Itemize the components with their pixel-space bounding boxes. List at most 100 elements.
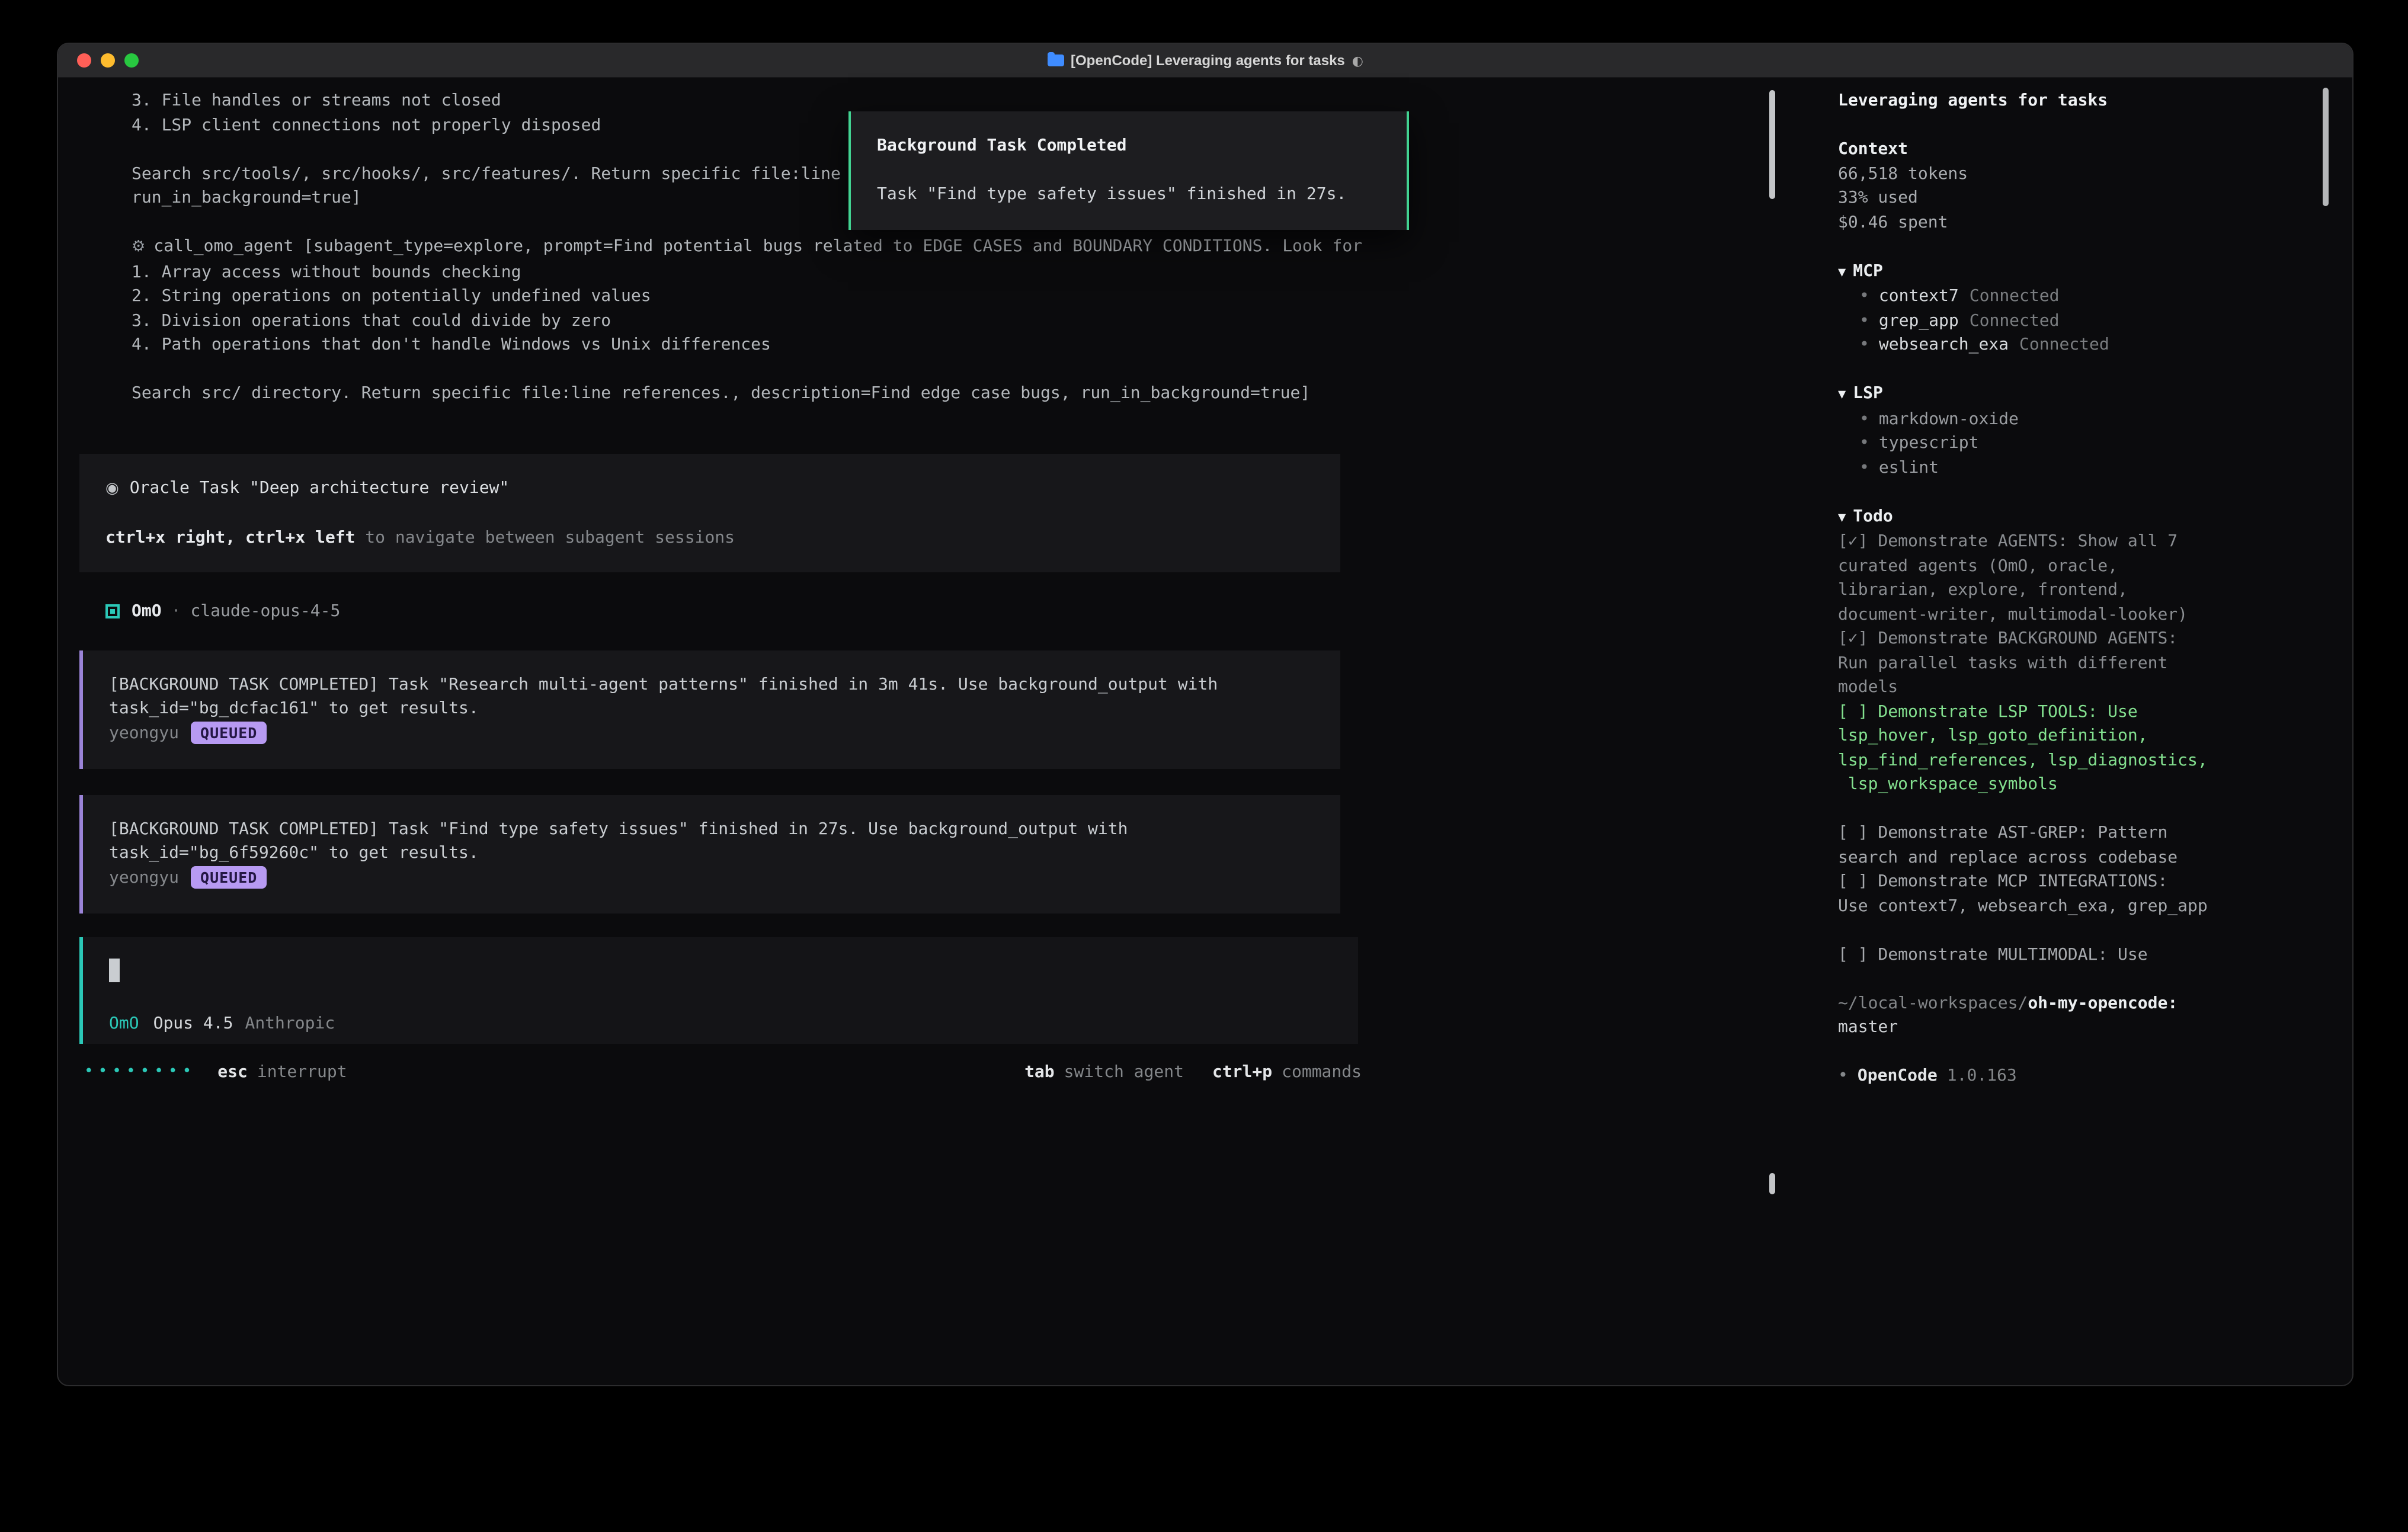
oracle-task-title: Oracle Task "Deep architecture review" [130, 478, 510, 497]
message-text: [BACKGROUND TASK COMPLETED] Task "Resear… [109, 672, 1317, 721]
workspace-repo: oh-my-opencode: [2028, 993, 2178, 1012]
hint-keys: ctrl+x right, ctrl+x left [105, 528, 355, 547]
collapse-triangle-icon: ▼ [1838, 264, 1846, 279]
message-user: yeongyu [109, 866, 179, 890]
bullet-icon: • [1838, 1066, 1848, 1085]
status-bar: •••••••• esc interrupt tab switch agent … [84, 1060, 1362, 1084]
notification-toast: Background Task Completed Task "Find typ… [848, 111, 1409, 230]
bullet-icon: • [1859, 311, 1869, 330]
progress-moon-icon: ◐ [1352, 53, 1363, 68]
lsp-item: • markdown-oxide [1838, 407, 2329, 431]
workspace-branch: master [1838, 1015, 2329, 1040]
todo-heading: ▼Todo [1838, 504, 2329, 530]
prompt-input[interactable]: OmO Opus 4.5 Anthropic [79, 937, 1358, 1043]
titlebar: [OpenCode] Leveraging agents for tasks ◐ [58, 44, 2352, 78]
mcp-status: Connected [1970, 311, 2060, 330]
agent-checkbox-icon [105, 605, 120, 619]
input-meta: OmO Opus 4.5 Anthropic [109, 1011, 1332, 1036]
tool-call-text: call_omo_agent [subagent_type=explore, p… [153, 237, 1362, 256]
esc-key-hint: esc [217, 1060, 248, 1084]
record-circle-icon: ◉ [105, 479, 119, 497]
status-badge: QUEUED [191, 722, 267, 745]
message-text: [BACKGROUND TASK COMPLETED] Task "Find t… [109, 817, 1317, 866]
terminal-main-pane: 3. File handles or streams not closed 4.… [58, 78, 1808, 1385]
esc-key-label: interrupt [257, 1060, 347, 1084]
input-provider-name: Anthropic [245, 1011, 335, 1036]
tab-key-hint: tab [1024, 1060, 1055, 1084]
opencode-window: [OpenCode] Leveraging agents for tasks ◐… [57, 43, 2353, 1386]
gear-icon: ⚙ [132, 238, 145, 256]
mcp-name: context7 [1879, 287, 1959, 306]
sidebar-scrollbar-thumb[interactable] [2323, 88, 2329, 206]
maximize-button[interactable] [124, 53, 139, 68]
bullet-icon: • [1859, 409, 1869, 428]
todo-item: [ ] Demonstrate MCP INTEGRATIONS: Use co… [1838, 870, 2329, 918]
workspace-path-line: ~/local-workspaces/oh-my-opencode: [1838, 991, 2329, 1015]
agent-model: claude-opus-4-5 [190, 600, 340, 624]
lsp-name: typescript [1879, 434, 1979, 453]
folder-icon [1047, 55, 1064, 66]
lsp-item: • eslint [1838, 456, 2329, 480]
lsp-name: eslint [1879, 458, 1939, 477]
lsp-heading: ▼LSP [1838, 382, 2329, 407]
oracle-task-panel: ◉Oracle Task "Deep architecture review" … [79, 453, 1340, 572]
ctrl-p-key-hint: ctrl+p [1212, 1060, 1272, 1084]
todo-section: ▼Todo [✓] Demonstrate AGENTS: Show all 7… [1838, 504, 2329, 967]
spinner-dots-icon: •••••••• [84, 1060, 196, 1084]
desktop: [OpenCode] Leveraging agents for tasks ◐… [0, 0, 2408, 1532]
mcp-status: Connected [2019, 335, 2109, 354]
app-version: 1.0.163 [1947, 1066, 2017, 1085]
tab-key-label: switch agent [1064, 1060, 1184, 1084]
lsp-name: markdown-oxide [1879, 409, 2019, 428]
mcp-list: • context7 Connected • grep_app Connected • w… [1838, 284, 2329, 357]
app-name: OpenCode [1858, 1066, 1938, 1085]
context-tokens: 66,518 tokens [1838, 162, 2329, 186]
mcp-item: • websearch_exa Connected [1838, 333, 2329, 357]
ctrl-p-key-label: commands [1282, 1060, 1362, 1084]
mcp-item: •context7Connected [1838, 284, 2329, 309]
message-meta: yeongyu QUEUED [109, 866, 1317, 890]
lsp-item: • typescript [1838, 431, 2329, 456]
sidebar: Leveraging agents for tasks Context 66,5… [1808, 78, 2352, 1385]
workspace-info: ~/local-workspaces/oh-my-opencode: maste… [1838, 991, 2329, 1040]
mcp-section: ▼MCP •context7Connected •grep_appConnect… [1838, 259, 2329, 357]
window-title: [OpenCode] Leveraging agents for tasks [1071, 52, 1345, 69]
navigation-hint: ctrl+x right, ctrl+x left to navigate be… [105, 525, 1314, 550]
input-agent-name: OmO [109, 1011, 139, 1036]
lsp-section: ▼LSP • markdown-oxide • typescript • eslint [1838, 382, 2329, 480]
todo-item: [✓] Demonstrate AGENTS: Show all 7 curat… [1838, 530, 2329, 627]
context-section: Context 66,518 tokens 33% used $0.46 spe… [1838, 137, 2329, 235]
bullet-icon: • [1859, 287, 1869, 306]
text-cursor [109, 958, 120, 982]
traffic-lights [77, 44, 139, 77]
workspace-path: ~/local-workspaces/ [1838, 993, 2028, 1012]
hint-text: to navigate between subagent sessions [355, 528, 735, 547]
oracle-task-title-row: ◉ Oracle Task "Deep architecture review" [105, 476, 1314, 501]
todo-item: [ ] Demonstrate MULTIMODAL: Use [1838, 943, 2329, 967]
close-button[interactable] [77, 53, 91, 68]
toast-title: Background Task Completed [877, 134, 1381, 158]
session-title: Leveraging agents for tasks [1838, 89, 2329, 113]
mcp-name: websearch_exa [1879, 335, 2009, 354]
todo-item: [ ] Demonstrate AST-GREP: Pattern search… [1838, 821, 2329, 870]
bullet-icon: • [1859, 458, 1869, 477]
minimize-button[interactable] [101, 53, 115, 68]
bullet-icon: • [1859, 335, 1869, 354]
window-title-group: [OpenCode] Leveraging agents for tasks ◐ [1047, 52, 1363, 69]
context-heading: Context [1838, 137, 2329, 162]
message-card: [BACKGROUND TASK COMPLETED] Task "Resear… [79, 650, 1340, 768]
main-scrollbar-thumb[interactable] [1769, 90, 1775, 199]
status-badge: QUEUED [191, 867, 267, 889]
main-scrollbar-mark[interactable] [1769, 1173, 1775, 1194]
agent-name: OmO [132, 600, 162, 624]
message-meta: yeongyu QUEUED [109, 721, 1317, 745]
bullet-icon: • [1859, 434, 1869, 453]
mcp-name: grep_app [1879, 311, 1959, 330]
collapse-triangle-icon: ▼ [1838, 386, 1846, 402]
message-user: yeongyu [109, 721, 179, 745]
todo-item: [ ] Demonstrate LSP TOOLS: Use lsp_hover… [1838, 700, 2329, 797]
app-version-footer: • OpenCode 1.0.163 [1838, 1064, 2329, 1088]
context-spent: $0.46 spent [1838, 210, 2329, 235]
separator-dot: · [171, 600, 181, 624]
mcp-item: • grep_app Connected [1838, 309, 2329, 333]
